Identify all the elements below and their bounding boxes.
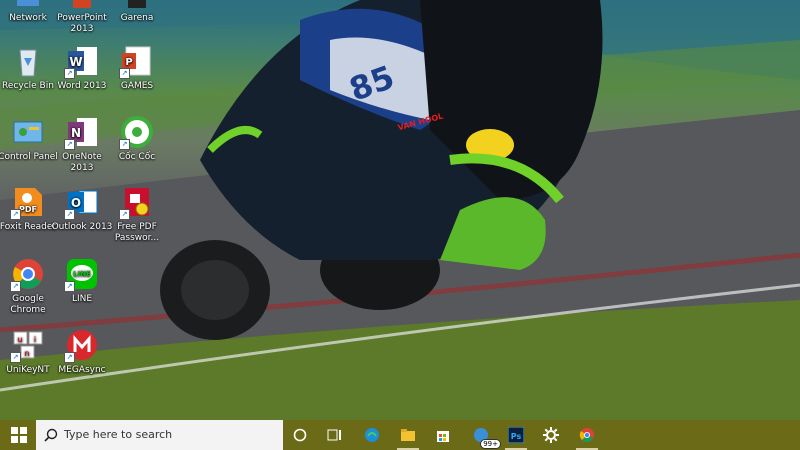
search-icon: [44, 428, 58, 442]
desktop-icon-label: GAMES: [120, 81, 154, 91]
task-view-icon: [327, 429, 341, 441]
desktop-icon-free-pdf[interactable]: ↗ Free PDF Passwor...: [103, 185, 171, 244]
desktop-icon-coccoc[interactable]: ↗ Cốc Cốc: [103, 115, 171, 163]
windows-logo-icon: [11, 427, 27, 443]
folder-icon: [401, 429, 415, 441]
recycle-bin-icon: [19, 49, 37, 77]
taskbar-edge[interactable]: [357, 420, 387, 450]
taskbar-search-box[interactable]: Type here to search: [36, 420, 283, 450]
desktop-icon-label: Garena: [120, 13, 154, 23]
cortana-button[interactable]: [285, 420, 315, 450]
svg-text:Ps: Ps: [511, 432, 522, 441]
taskbar-store[interactable]: [428, 420, 458, 450]
taskbar-settings[interactable]: [536, 420, 566, 450]
edge-icon: [365, 428, 379, 442]
svg-text:i: i: [34, 335, 36, 344]
svg-text:n: n: [24, 349, 29, 358]
taskbar-file-explorer[interactable]: [393, 420, 423, 450]
task-view-button[interactable]: [320, 420, 350, 450]
desktop-icon-megasync[interactable]: ↗ MEGAsync: [48, 328, 116, 376]
search-placeholder: Type here to search: [64, 428, 173, 441]
gear-icon: [543, 427, 559, 443]
store-icon: [437, 431, 449, 442]
taskbar-chrome[interactable]: [572, 420, 602, 450]
desktop-icon-label: Free PDF Passwor...: [114, 222, 160, 243]
svg-text:N: N: [71, 126, 81, 140]
chrome-icon: [579, 428, 594, 442]
taskbar-mail[interactable]: 99+: [466, 420, 501, 450]
photoshop-icon: Ps: [508, 427, 524, 443]
desktop-icon-line[interactable]: LINE ↗ LINE: [48, 257, 116, 305]
control-panel-icon: [13, 121, 43, 143]
taskbar: Type here to search 99+ Ps: [0, 420, 800, 450]
svg-text:PDF: PDF: [19, 205, 37, 214]
mail-badge: 99+: [480, 439, 501, 449]
taskbar-photoshop[interactable]: Ps: [501, 420, 531, 450]
cortana-icon: [293, 428, 307, 442]
svg-text:u: u: [17, 335, 22, 344]
desktop-icon-label: Cốc Cốc: [118, 152, 156, 162]
svg-text:P: P: [125, 57, 132, 68]
desktop-icon-games[interactable]: P ↗ GAMES: [103, 44, 171, 92]
desktop-icon-label: MEGAsync: [58, 365, 106, 375]
desktop-icon-garena[interactable]: Garena: [103, 0, 171, 24]
garena-icon: [128, 0, 146, 8]
svg-text:W: W: [69, 55, 82, 69]
desktop-icons-area: Network PowerPoint 2013 Garena Recycle B…: [0, 0, 800, 420]
svg-text:O: O: [71, 196, 81, 210]
network-icon: [17, 0, 39, 6]
svg-text:LINE: LINE: [73, 270, 91, 278]
powerpoint-icon: [73, 0, 91, 8]
start-button[interactable]: [0, 420, 36, 450]
desktop-icon-label: LINE: [71, 294, 93, 304]
